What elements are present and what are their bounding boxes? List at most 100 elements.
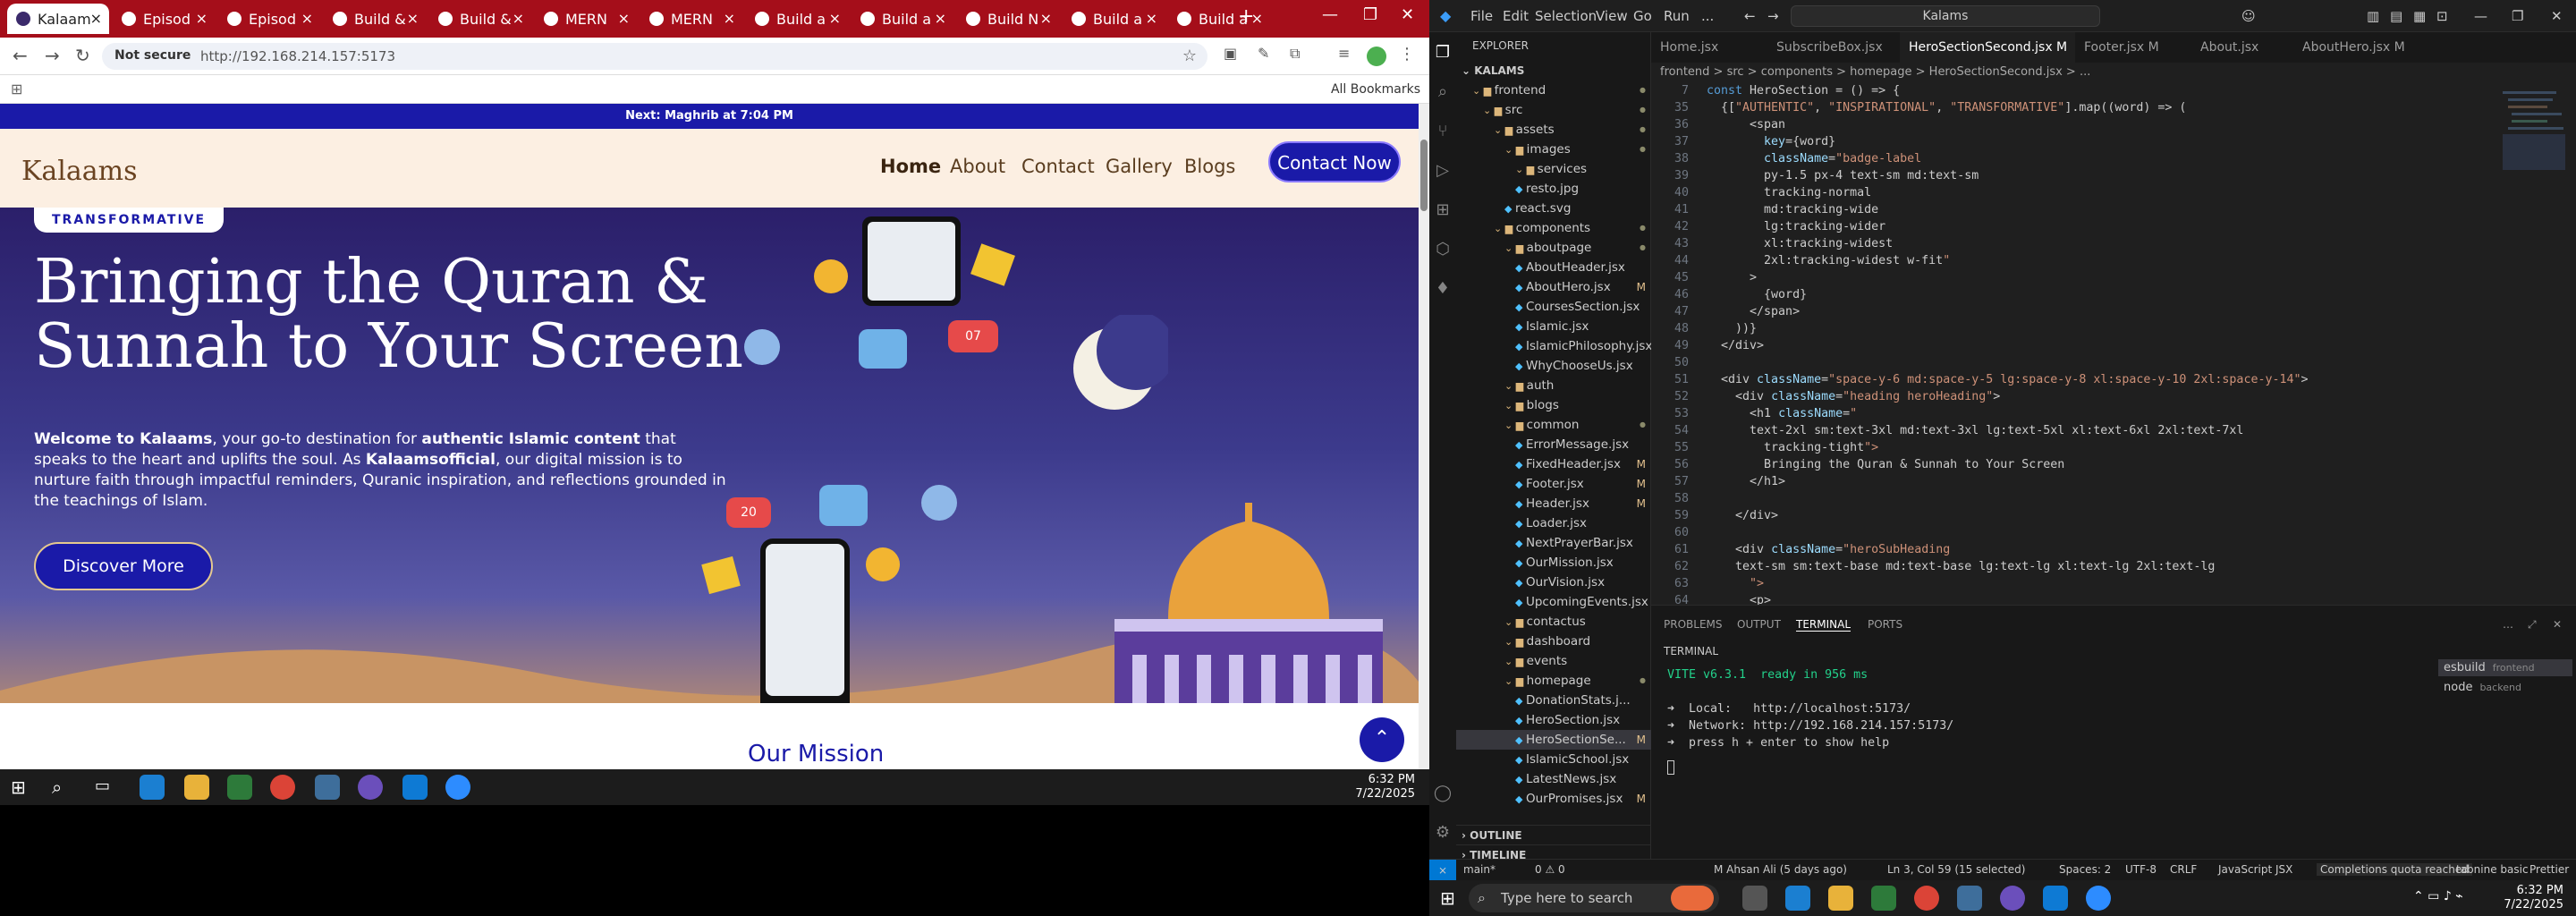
cursor-position[interactable]: Ln 3, Col 59 (15 selected) xyxy=(1887,863,2025,876)
code-line[interactable]: <span xyxy=(1707,118,1785,131)
search-icon[interactable]: ⌕ xyxy=(52,776,62,798)
remote-indicator-icon[interactable]: ⨯ xyxy=(1429,860,1456,880)
code-line[interactable]: {["AUTHENTIC", "INSPIRATIONAL", "TRANSFO… xyxy=(1707,101,2186,114)
omnibox[interactable]: Not secure http://192.168.214.157:5173 ☆ xyxy=(102,43,1208,70)
git-blame[interactable]: M Ahsan Ali (5 days ago) xyxy=(1714,863,1847,876)
panel-tab-problems[interactable]: PROBLEMS xyxy=(1664,618,1723,631)
source-control-icon[interactable]: ⑂ xyxy=(1433,122,1453,141)
tree-file[interactable]: ◆ NextPrayerBar.jsx xyxy=(1456,533,1651,553)
account-icon[interactable]: ◯ xyxy=(1433,784,1453,803)
panel-more-icon[interactable]: … xyxy=(2503,618,2513,631)
tree-file[interactable]: ◆ HeroSectionSe... M xyxy=(1456,730,1651,750)
editor-tab[interactable]: Footer.jsx M xyxy=(2075,32,2191,63)
run-debug-icon[interactable]: ▷ xyxy=(1433,161,1453,181)
tree-folder[interactable]: ⌄ ▆ homepage ● xyxy=(1456,671,1651,691)
menu-more[interactable]: ... xyxy=(1701,8,1714,24)
nav-back-icon[interactable]: ← xyxy=(1744,8,1756,24)
code-line[interactable]: xl:tracking-widest xyxy=(1707,237,1893,250)
browser-tab[interactable]: Episod × xyxy=(218,4,320,34)
code-line[interactable]: py-1.5 px-4 text-sm md:text-sm xyxy=(1707,169,1979,182)
tree-file[interactable]: ◆ resto.jpg xyxy=(1456,179,1651,199)
edge-icon[interactable] xyxy=(1785,886,1810,911)
terminal-instance[interactable]: esbuild frontend xyxy=(2438,659,2572,676)
tab-close-icon[interactable]: × xyxy=(618,10,630,27)
maximize-icon[interactable]: ❐ xyxy=(1363,5,1377,24)
terminal-cursor[interactable] xyxy=(1667,760,1674,775)
code-line[interactable]: ))} xyxy=(1707,322,1757,335)
menu-view[interactable]: View xyxy=(1596,8,1628,24)
site-logo[interactable]: Kalaams xyxy=(21,156,138,187)
inner-clock[interactable]: 6:32 PM 7/22/2025 xyxy=(1355,773,1415,802)
prettier-status[interactable]: Prettier xyxy=(2529,863,2569,876)
code-line[interactable]: > xyxy=(1707,271,1757,284)
taskbar-clock[interactable]: 6:32 PM 7/22/2025 xyxy=(2504,884,2563,912)
tree-folder[interactable]: ⌄ ▆ images ● xyxy=(1456,140,1651,159)
reload-icon[interactable]: ↻ xyxy=(75,45,90,66)
tree-file[interactable]: ◆ FixedHeader.jsx M xyxy=(1456,454,1651,474)
code-line[interactable]: lg:tracking-wider xyxy=(1707,220,1885,233)
extension-icon[interactable]: ▣ xyxy=(1224,45,1237,62)
tree-file[interactable]: ◆ AboutHeader.jsx xyxy=(1456,258,1651,277)
menu-run[interactable]: Run xyxy=(1664,8,1690,24)
menu-file[interactable]: File xyxy=(1470,8,1493,24)
close-icon[interactable]: ✕ xyxy=(1401,5,1414,24)
tree-folder[interactable]: ⌄ ▆ assets ● xyxy=(1456,120,1651,140)
browser-tab[interactable]: Kalaam × xyxy=(7,4,109,34)
pen-icon[interactable]: ✎ xyxy=(1258,45,1269,62)
menu-icon[interactable]: ⋮ xyxy=(1399,45,1415,64)
panel-close-icon[interactable]: ✕ xyxy=(2553,618,2562,631)
menu-edit[interactable]: Edit xyxy=(1503,8,1529,24)
browser-tab[interactable]: Build & × xyxy=(429,4,531,34)
task-view-icon[interactable]: ▭ xyxy=(95,776,110,795)
nav-home[interactable]: Home xyxy=(880,156,941,177)
code-line[interactable]: </h1> xyxy=(1707,475,1785,488)
code-line[interactable]: {word} xyxy=(1707,288,1807,301)
tree-file[interactable]: ◆ ErrorMessage.jsx xyxy=(1456,435,1651,454)
code-line[interactable]: <div className="heading heroHeading"> xyxy=(1707,390,2000,403)
tree-folder[interactable]: ⌄ ▆ events xyxy=(1456,651,1651,671)
tree-folder[interactable]: ⌄ ▆ contactus xyxy=(1456,612,1651,632)
minimize-icon[interactable]: — xyxy=(1322,5,1338,24)
vs-maximize-icon[interactable]: ❐ xyxy=(2512,8,2523,24)
code-line[interactable]: const HeroSection = () => { xyxy=(1707,84,1900,98)
explorer-icon[interactable]: ❐ xyxy=(1433,43,1453,63)
discover-more-button[interactable]: Discover More xyxy=(34,542,213,590)
code-line[interactable]: 2xl:tracking-widest w-fit" xyxy=(1707,254,1950,267)
tree-file[interactable]: ◆ Footer.jsx M xyxy=(1456,474,1651,494)
store-icon[interactable] xyxy=(1871,886,1896,911)
code-line[interactable]: text-sm sm:text-base md:text-base lg:tex… xyxy=(1707,560,2215,573)
outline-section[interactable]: › OUTLINE xyxy=(1456,825,1651,844)
code-editor[interactable]: 7 const HeroSection = () => {35 {["AUTHEN… xyxy=(1651,82,2576,607)
tree-file[interactable]: ◆ IslamicPhilosophy.jsx xyxy=(1456,336,1651,356)
nav-forward-icon[interactable]: → xyxy=(1767,8,1779,24)
code-line[interactable]: </div> xyxy=(1707,339,1764,352)
back-icon[interactable]: ← xyxy=(13,45,28,66)
tree-folder[interactable]: ⌄ ▆ auth xyxy=(1456,376,1651,395)
code-line[interactable]: tracking-tight"> xyxy=(1707,441,1878,454)
vs-minimize-icon[interactable]: — xyxy=(2474,8,2487,24)
zoom-icon[interactable] xyxy=(445,775,470,800)
tab-close-icon[interactable]: × xyxy=(513,10,524,27)
tree-file[interactable]: ◆ OurPromises.jsx M xyxy=(1456,789,1651,809)
tree-file[interactable]: ◆ Header.jsx M xyxy=(1456,494,1651,513)
panel-tab-output[interactable]: OUTPUT xyxy=(1737,618,1781,631)
tree-file[interactable]: ◆ UpcomingEvents.jsx xyxy=(1456,592,1651,612)
browser-tab[interactable]: Build & × xyxy=(324,4,426,34)
tab-close-icon[interactable]: × xyxy=(935,10,946,27)
forward-icon[interactable]: → xyxy=(45,45,60,66)
code-line[interactable]: text-2xl sm:text-3xl md:text-3xl lg:text… xyxy=(1707,424,2243,437)
command-center[interactable]: Kalams xyxy=(1791,5,2100,27)
editor-tab[interactable]: Home.jsx xyxy=(1651,32,1767,63)
nav-gallery[interactable]: Gallery xyxy=(1106,156,1173,177)
tree-file[interactable]: ◆ LatestNews.jsx xyxy=(1456,769,1651,789)
tree-folder[interactable]: ⌄ ▆ components ● xyxy=(1456,218,1651,238)
nav-about[interactable]: About xyxy=(950,156,1005,177)
apps-icon[interactable]: ⊞ xyxy=(11,81,22,98)
copilot-status[interactable]: Completions quota reached xyxy=(2317,863,2472,876)
code-line[interactable]: "> xyxy=(1707,577,1764,590)
tree-folder[interactable]: ⌄ ▆ common ● xyxy=(1456,415,1651,435)
tab-close-icon[interactable]: × xyxy=(196,10,208,27)
browser-tab[interactable]: Build a × xyxy=(1063,4,1165,34)
panel-toggle-icon[interactable]: ▤ xyxy=(2390,8,2402,24)
system-tray-icons[interactable]: ⌃ ▭ ♪ ⌁ xyxy=(2413,889,2463,903)
